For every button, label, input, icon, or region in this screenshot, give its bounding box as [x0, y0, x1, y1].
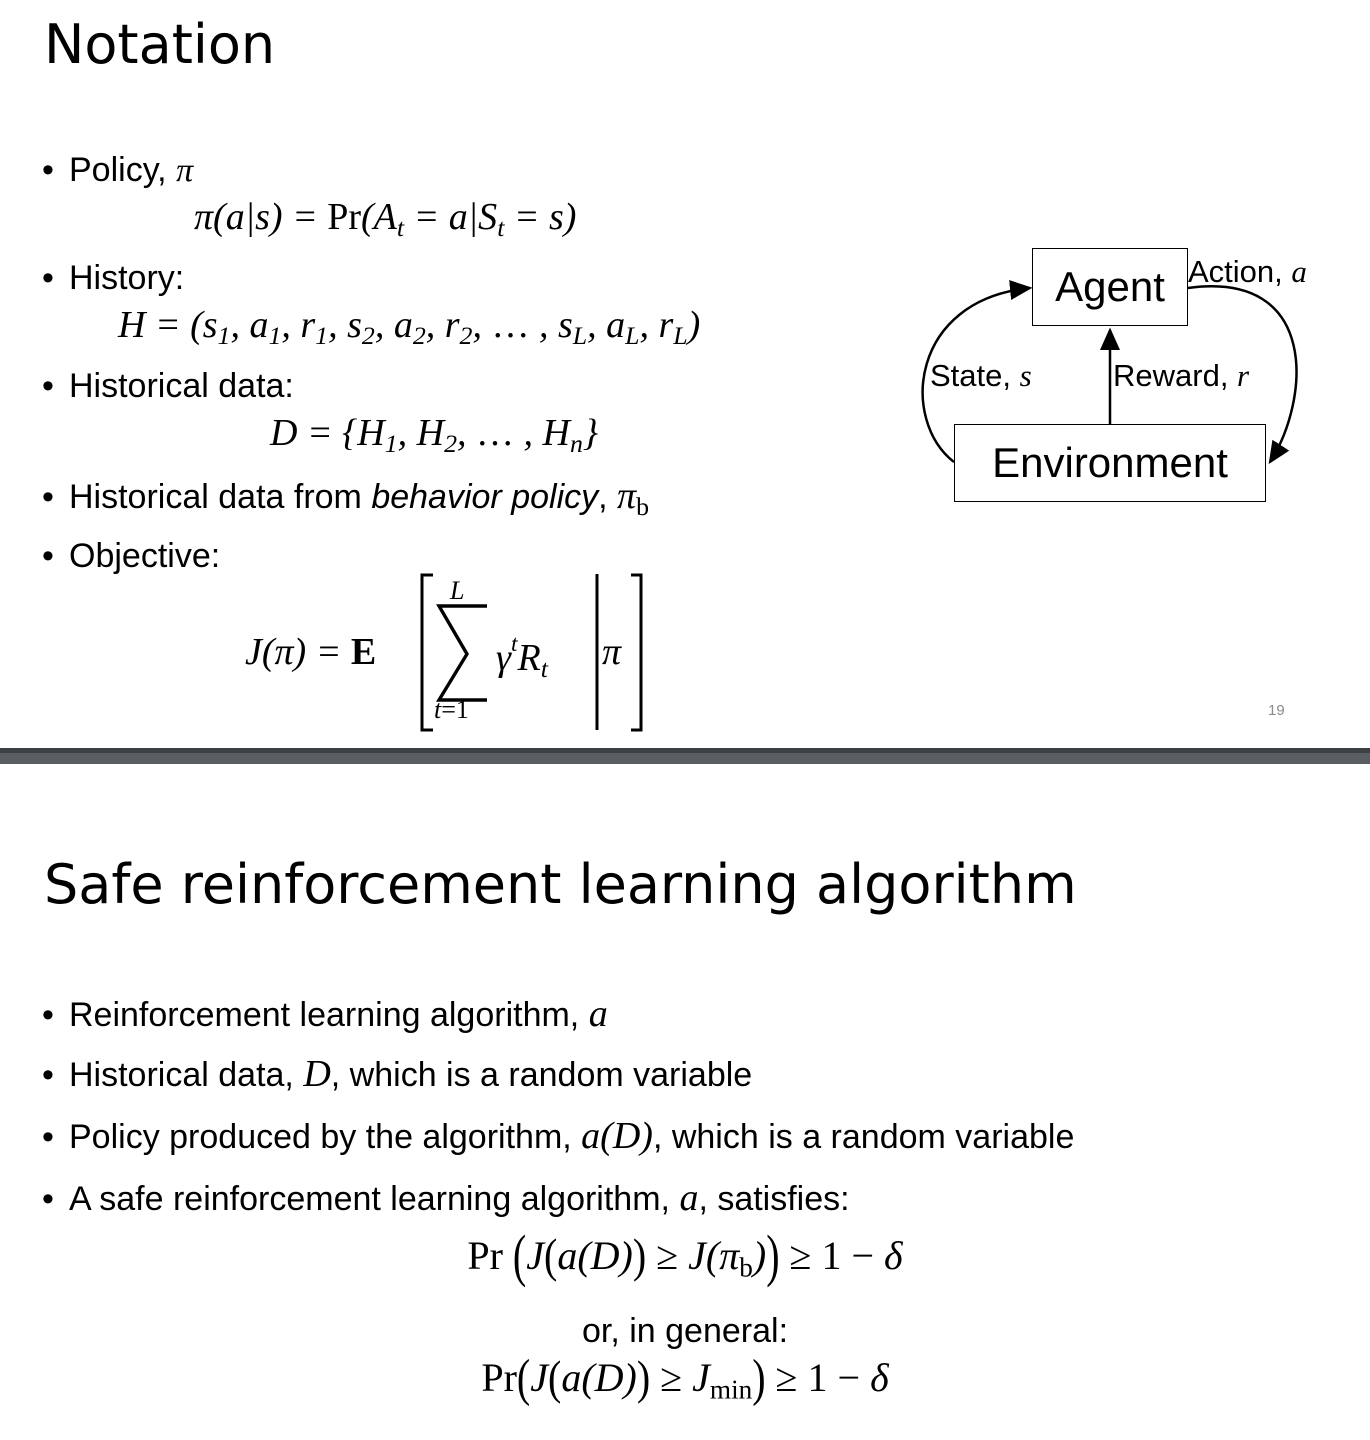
equation-history: H = (s1, a1, r1, s2, a2, r2, … , sL, aL,… — [118, 304, 701, 351]
bullet-policy: • Policy, π — [42, 151, 194, 189]
bullet-behavior-policy: • Historical data from behavior policy, π… — [42, 475, 649, 522]
or-in-general: or, in general: — [581, 1312, 789, 1350]
bullet-history: • History: — [42, 259, 185, 297]
reward-label: Reward, r — [1113, 358, 1250, 393]
bullet-rl-algorithm: • Reinforcement learning algorithm, a — [42, 993, 608, 1035]
bullet-policy-produced: • Policy produced by the algorithm, a(D),… — [42, 1115, 1075, 1157]
equation-data: D = {H1, H2, … , Hn} — [270, 412, 599, 459]
state-label: State, s — [930, 358, 1032, 393]
bullet-historical-data: • Historical data: — [42, 367, 294, 405]
slide-divider — [0, 748, 1370, 764]
slide-notation: Notation • Policy, π π(a|s) = Pr(At = a|S… — [0, 0, 1370, 748]
action-label: Action, a — [1188, 254, 1307, 289]
bullet-safe-algorithm: • A safe reinforcement learning algorithm… — [42, 1177, 850, 1219]
agent-box: Agent — [1032, 248, 1188, 326]
slide-safe-rl: Safe reinforcement learning algorithm • R… — [0, 764, 1370, 1440]
slide-title: Notation — [44, 13, 276, 76]
slide-title: Safe reinforcement learning algorithm — [44, 853, 1077, 916]
equation-general-condition: Pr(J(a(D)) ≥ Jmin) ≥ 1 − δ — [481, 1348, 889, 1407]
equation-policy: π(a|s) = Pr(At = a|St = s) — [194, 196, 577, 243]
environment-box: Environment — [954, 424, 1266, 502]
equation-safety-condition: Pr (J(a(D)) ≥ J(πb)) ≥ 1 − δ — [467, 1222, 903, 1288]
page-number: 19 — [1268, 702, 1285, 719]
bullet-historical-data: • Historical data, D, which is a random v… — [42, 1053, 753, 1095]
bullet-objective: • Objective: — [42, 537, 221, 575]
